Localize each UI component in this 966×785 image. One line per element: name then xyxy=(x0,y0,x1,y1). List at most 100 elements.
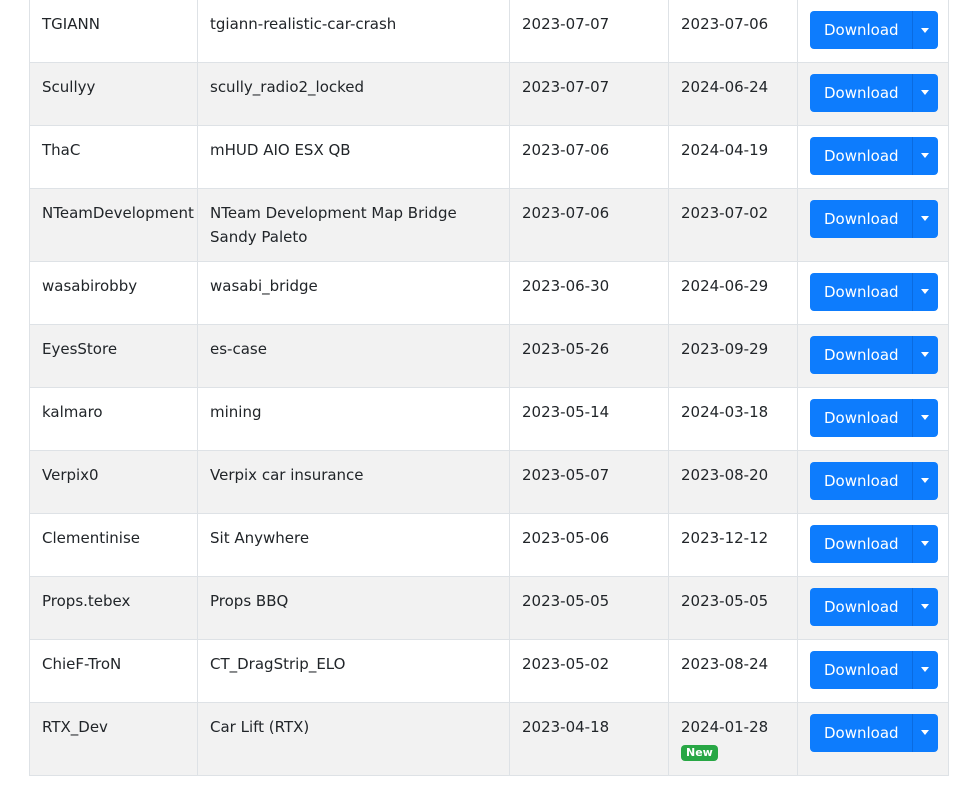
update-date-cell: 2023-07-06 xyxy=(668,0,798,63)
download-dropdown-toggle[interactable] xyxy=(911,398,938,437)
release-date: 2023-06-30 xyxy=(522,276,610,295)
author-name: wasabirobby xyxy=(42,276,138,295)
resource-cell: es-case xyxy=(197,324,510,388)
author-name: RTX_Dev xyxy=(42,717,108,736)
action-cell: Download xyxy=(797,0,949,63)
caret-down-icon xyxy=(921,289,930,294)
download-button[interactable]: Download xyxy=(810,272,912,311)
update-date-cell: 2023-08-24 xyxy=(668,639,798,703)
download-button[interactable]: Download xyxy=(810,199,912,238)
download-dropdown-toggle[interactable] xyxy=(911,73,938,112)
resource-cell: wasabi_bridge xyxy=(197,261,510,325)
resource-name: NTeam Development Map Bridge Sandy Palet… xyxy=(210,203,457,246)
author-name: Clementinise xyxy=(42,528,140,547)
author-cell: kalmaro xyxy=(29,387,198,451)
download-button[interactable]: Download xyxy=(810,713,912,752)
resource-cell: NTeam Development Map Bridge Sandy Palet… xyxy=(197,188,510,262)
author-name: kalmaro xyxy=(42,402,103,421)
release-date: 2023-05-07 xyxy=(522,465,610,484)
author-name: EyesStore xyxy=(42,339,118,358)
action-cell: Download xyxy=(797,513,949,577)
update-date-cell: 2023-12-12 xyxy=(668,513,798,577)
action-cell: Download xyxy=(797,387,949,451)
author-cell: ChieF-TroN xyxy=(29,639,198,703)
table-row: Verpix0 Verpix car insurance 2023-05-07 … xyxy=(29,450,949,514)
resource-name: es-case xyxy=(210,339,267,358)
release-date-cell: 2023-05-26 xyxy=(509,324,669,388)
update-date: 2023-08-24 xyxy=(681,654,769,673)
download-button[interactable]: Download xyxy=(810,335,912,374)
resource-name: CT_DragStrip_ELO xyxy=(210,654,346,673)
table-row: RTX_Dev Car Lift (RTX) 2023-04-18 2024-0… xyxy=(29,702,949,776)
download-dropdown-toggle[interactable] xyxy=(911,272,938,311)
download-button-group: Download xyxy=(810,524,938,563)
update-date-cell: 2023-09-29 xyxy=(668,324,798,388)
new-badge: New xyxy=(681,744,718,761)
download-dropdown-toggle[interactable] xyxy=(911,199,938,238)
resource-name: mining xyxy=(210,402,262,421)
author-cell: wasabirobby xyxy=(29,261,198,325)
update-date: 2024-04-19 xyxy=(681,140,769,159)
caret-down-icon xyxy=(921,90,930,95)
update-date: 2023-05-05 xyxy=(681,591,769,610)
resource-name: mHUD AIO ESX QB xyxy=(210,140,351,159)
action-cell: Download xyxy=(797,639,949,703)
download-button[interactable]: Download xyxy=(810,650,912,689)
resource-name: tgiann-realistic-car-crash xyxy=(210,15,397,33)
download-dropdown-toggle[interactable] xyxy=(911,335,938,374)
caret-down-icon xyxy=(921,667,930,672)
download-button-group: Download xyxy=(810,11,938,49)
download-button[interactable]: Download xyxy=(810,73,912,112)
resource-cell: Car Lift (RTX) xyxy=(197,702,510,776)
release-date: 2023-05-05 xyxy=(522,591,610,610)
action-cell: Download xyxy=(797,188,949,262)
release-date-cell: 2023-06-30 xyxy=(509,261,669,325)
download-dropdown-toggle[interactable] xyxy=(911,587,938,626)
author-cell: Props.tebex xyxy=(29,576,198,640)
download-button[interactable]: Download xyxy=(810,524,912,563)
action-cell: Download xyxy=(797,261,949,325)
table-body: TGIANN tgiann-realistic-car-crash 2023-0… xyxy=(29,0,949,776)
download-dropdown-toggle[interactable] xyxy=(911,650,938,689)
download-button-group: Download xyxy=(810,272,938,311)
action-cell: Download xyxy=(797,702,949,776)
download-dropdown-toggle[interactable] xyxy=(911,461,938,500)
release-date-cell: 2023-04-18 xyxy=(509,702,669,776)
release-date: 2023-05-02 xyxy=(522,654,610,673)
download-button[interactable]: Download xyxy=(810,11,912,49)
download-button-group: Download xyxy=(810,587,938,626)
release-date-cell: 2023-05-02 xyxy=(509,639,669,703)
author-name: Scullyy xyxy=(42,77,96,96)
release-date-cell: 2023-07-07 xyxy=(509,62,669,126)
release-date: 2023-07-07 xyxy=(522,77,610,96)
download-button-group: Download xyxy=(810,713,938,752)
download-dropdown-toggle[interactable] xyxy=(911,713,938,752)
resource-name: Sit Anywhere xyxy=(210,528,310,547)
download-dropdown-toggle[interactable] xyxy=(911,136,938,175)
release-date: 2023-05-06 xyxy=(522,528,610,547)
download-dropdown-toggle[interactable] xyxy=(911,11,938,49)
update-date: 2024-03-18 xyxy=(681,402,769,421)
download-button[interactable]: Download xyxy=(810,587,912,626)
release-date-cell: 2023-07-06 xyxy=(509,125,669,189)
resource-name: wasabi_bridge xyxy=(210,276,318,295)
release-date: 2023-04-18 xyxy=(522,717,610,736)
update-date: 2023-07-06 xyxy=(681,15,769,33)
resource-name: Verpix car insurance xyxy=(210,465,364,484)
update-date: 2023-12-12 xyxy=(681,528,769,547)
resource-cell: scully_radio2_locked xyxy=(197,62,510,126)
table-row: Props.tebex Props BBQ 2023-05-05 2023-05… xyxy=(29,576,949,640)
caret-down-icon xyxy=(921,153,930,158)
update-date-cell: 2024-04-19 xyxy=(668,125,798,189)
update-date-cell: 2024-06-24 xyxy=(668,62,798,126)
author-name: Verpix0 xyxy=(42,465,99,484)
author-cell: TGIANN xyxy=(29,0,198,63)
caret-down-icon xyxy=(921,352,930,357)
download-button[interactable]: Download xyxy=(810,136,912,175)
download-button[interactable]: Download xyxy=(810,398,912,437)
caret-down-icon xyxy=(921,415,930,420)
download-button-group: Download xyxy=(810,335,938,374)
download-dropdown-toggle[interactable] xyxy=(911,524,938,563)
caret-down-icon xyxy=(921,730,930,735)
download-button[interactable]: Download xyxy=(810,461,912,500)
